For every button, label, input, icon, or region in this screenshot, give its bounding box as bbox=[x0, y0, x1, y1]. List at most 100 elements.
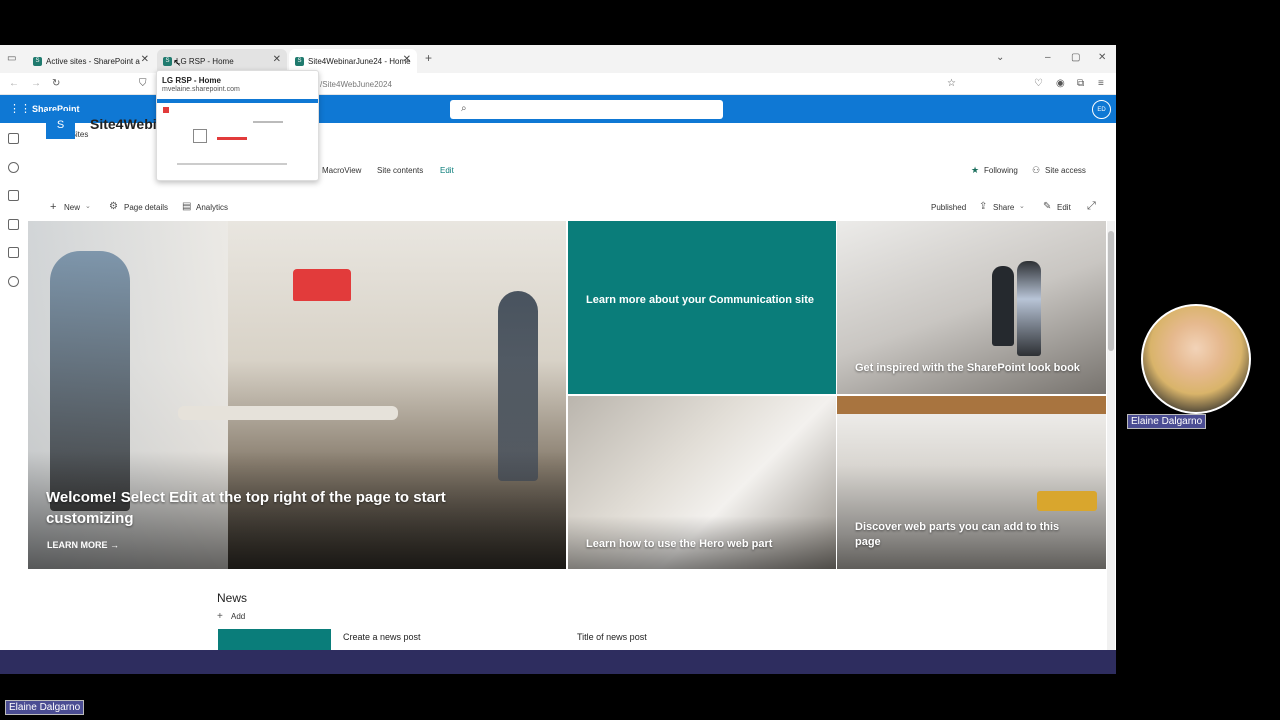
hero-tile-communication[interactable]: Learn more about your Communication site bbox=[568, 221, 836, 394]
preview-line bbox=[253, 121, 283, 123]
site-access-button[interactable]: Site access bbox=[1045, 166, 1086, 175]
chevron-down-icon: ⌄ bbox=[85, 203, 91, 210]
close-window-icon[interactable]: ✕ bbox=[1098, 53, 1106, 63]
preview-title: LG RSP - Home bbox=[162, 76, 221, 85]
scrollbar-thumb[interactable] bbox=[1108, 231, 1114, 351]
table-image bbox=[178, 406, 398, 420]
tab-label: Active sites - SharePoint admin bbox=[46, 56, 140, 66]
hero-tile-hero-web-part[interactable]: Learn how to use the Hero web part bbox=[568, 396, 836, 569]
news-item[interactable]: Title of news post bbox=[577, 632, 647, 642]
shield-icon: ⛉ bbox=[139, 78, 147, 89]
avatar[interactable]: ED bbox=[1092, 100, 1111, 119]
close-tab-icon[interactable]: ✕ bbox=[273, 54, 281, 65]
nav-macroview[interactable]: MacroView bbox=[322, 166, 361, 175]
close-tab-icon[interactable]: ✕ bbox=[403, 54, 411, 65]
hero-tile-caption: Learn how to use the Hero web part bbox=[586, 538, 773, 550]
red-lamp-image bbox=[293, 269, 351, 301]
meeting-bar bbox=[0, 650, 1116, 674]
star-icon[interactable]: ☆ bbox=[947, 79, 956, 89]
share-button[interactable]: Share bbox=[993, 203, 1014, 212]
pencil-icon: ✎ bbox=[1043, 201, 1052, 212]
restore-icon[interactable]: ▢ bbox=[1071, 53, 1080, 63]
news-icon[interactable] bbox=[8, 190, 19, 201]
hero-tile-web-parts[interactable]: Discover web parts you can add to this p… bbox=[837, 396, 1106, 569]
share-icon: ⇪ bbox=[979, 201, 988, 212]
home-icon[interactable] bbox=[8, 133, 19, 144]
hero-tile-caption: Discover web parts you can add to this p… bbox=[855, 521, 1060, 548]
news-title: News bbox=[217, 591, 248, 605]
hero-main-tile[interactable]: Welcome! Select Edit at the top right of… bbox=[28, 221, 566, 569]
tab-active-sites[interactable]: S Active sites - SharePoint admin ✕ bbox=[27, 49, 155, 73]
nav-edit[interactable]: Edit bbox=[440, 166, 454, 175]
globe-icon[interactable] bbox=[8, 162, 19, 173]
speaker-video-avatar bbox=[1141, 304, 1251, 414]
tab-bar: ▭ S Active sites - SharePoint admin ✕ S … bbox=[0, 45, 1116, 73]
url-field[interactable]: /Site4WebJune2024 bbox=[320, 80, 392, 89]
sharepoint-favicon-icon: S bbox=[163, 56, 172, 66]
ceiling-image bbox=[837, 396, 1106, 414]
tab-actions-icon[interactable]: ▭ bbox=[7, 54, 16, 64]
files-icon[interactable] bbox=[8, 219, 19, 230]
chevron-down-icon: ⌄ bbox=[1019, 203, 1025, 210]
preview-url: mvelaine.sharepoint.com bbox=[162, 86, 240, 93]
hero-tile-caption: Get inspired with the SharePoint look bo… bbox=[855, 362, 1080, 374]
search-icon: ⌕ bbox=[461, 103, 467, 114]
chevron-down-icon[interactable]: ⌄ bbox=[996, 53, 1004, 63]
learn-more-label: LEARN MORE bbox=[47, 540, 108, 550]
published-status: Published bbox=[931, 203, 967, 212]
search-input[interactable]: ⌕ bbox=[450, 100, 723, 119]
browser-window: ▭ S Active sites - SharePoint admin ✕ S … bbox=[0, 45, 1116, 650]
mouse-cursor-icon: ↖ bbox=[173, 58, 182, 69]
extensions-icon[interactable]: ⧉ bbox=[1077, 79, 1084, 89]
close-tab-icon[interactable]: ✕ bbox=[141, 54, 149, 65]
star-filled-icon: ★ bbox=[971, 165, 980, 175]
preview-image bbox=[193, 129, 207, 143]
preview-line bbox=[177, 163, 287, 165]
account-icon[interactable]: ◉ bbox=[1056, 79, 1065, 89]
nav-site-contents[interactable]: Site contents bbox=[377, 166, 423, 175]
preview-logo bbox=[163, 107, 169, 113]
preview-suite-bar bbox=[157, 99, 318, 103]
new-button[interactable]: New bbox=[64, 203, 80, 212]
tab-preview-card: LG RSP - Home mvelaine.sharepoint.com bbox=[156, 70, 319, 181]
news-thumbnail[interactable] bbox=[218, 629, 331, 650]
tab-label: Site4WebinarJune24 - Home bbox=[308, 56, 411, 66]
back-icon[interactable]: ← bbox=[9, 79, 19, 89]
site-title[interactable]: Site4Webi bbox=[90, 116, 157, 132]
forward-icon[interactable]: → bbox=[31, 79, 41, 89]
pocket-icon[interactable]: ♡ bbox=[1034, 79, 1043, 89]
news-item[interactable]: Create a news post bbox=[343, 632, 421, 642]
person-image bbox=[992, 266, 1014, 346]
hero-main-caption: Welcome! Select Edit at the top right of… bbox=[46, 489, 446, 527]
news-add-button[interactable]: Add bbox=[231, 612, 245, 621]
hero-tile-look-book[interactable]: Get inspired with the SharePoint look bo… bbox=[837, 221, 1106, 394]
couch-image bbox=[1037, 491, 1097, 511]
plus-icon: + bbox=[217, 611, 223, 622]
person-image bbox=[1017, 261, 1041, 356]
analytics-button[interactable]: Analytics bbox=[196, 203, 228, 212]
lists-icon[interactable] bbox=[8, 247, 19, 258]
speaker-name-badge: Elaine Dalgarno bbox=[1127, 414, 1207, 429]
sharepoint-favicon-icon: S bbox=[295, 56, 304, 66]
people-icon: ⚇ bbox=[1032, 165, 1041, 175]
app-launcher-icon[interactable]: ⋮⋮ bbox=[9, 102, 31, 115]
minimize-icon[interactable]: – bbox=[1045, 53, 1051, 63]
page-details-button[interactable]: Page details bbox=[124, 203, 168, 212]
preview-bar bbox=[217, 137, 247, 140]
expand-icon[interactable]: ⤢ bbox=[1087, 200, 1096, 213]
refresh-icon[interactable]: ↻ bbox=[52, 79, 60, 89]
menu-icon[interactable]: ≡ bbox=[1098, 79, 1104, 89]
sharepoint-favicon-icon: S bbox=[33, 56, 42, 66]
left-rail bbox=[0, 123, 27, 650]
site-logo[interactable]: S bbox=[46, 111, 75, 139]
scrollbar[interactable] bbox=[1107, 221, 1115, 650]
new-tab-icon[interactable]: + bbox=[425, 52, 432, 64]
create-icon[interactable] bbox=[8, 276, 19, 287]
edit-button[interactable]: Edit bbox=[1057, 203, 1071, 212]
plus-icon: + bbox=[50, 201, 57, 213]
self-name-badge: Elaine Dalgarno bbox=[5, 700, 85, 715]
gear-icon: ⚙ bbox=[109, 201, 118, 212]
following-button[interactable]: Following bbox=[984, 166, 1018, 175]
learn-more-link[interactable]: LEARN MORE → bbox=[47, 540, 119, 550]
analytics-icon: ▤ bbox=[182, 201, 192, 212]
